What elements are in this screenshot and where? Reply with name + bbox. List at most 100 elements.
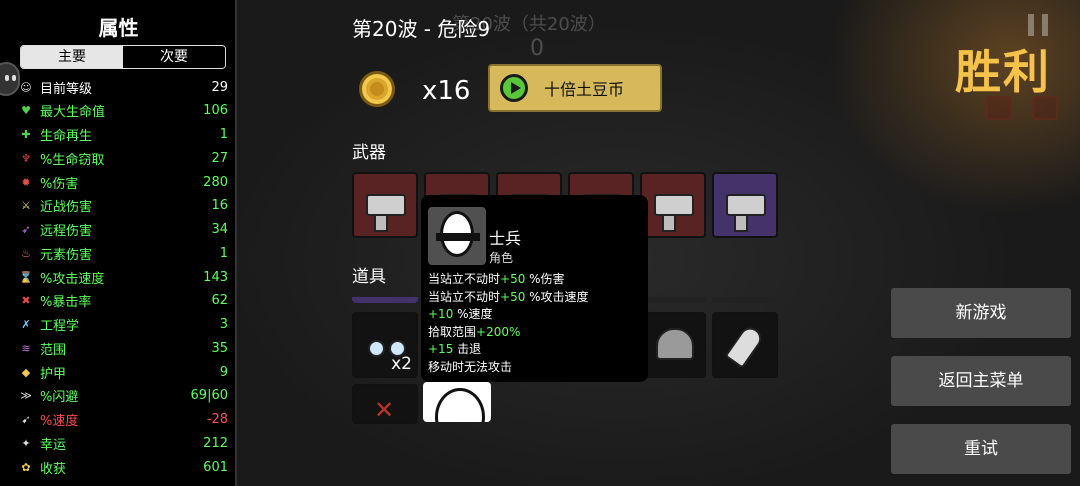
item-stack-count: x2 <box>391 354 412 374</box>
dodge-icon: ≫ <box>20 389 32 403</box>
tooltip-effect-line: +10 %速度 <box>428 305 493 322</box>
new-game-button[interactable]: 新游戏 <box>891 288 1071 338</box>
stat-value: 9 <box>219 364 228 380</box>
tab-secondary[interactable]: 次要 <box>123 46 225 68</box>
stat-name: 近战伤害 <box>40 200 93 216</box>
stat-row: ☺ 目前等级 29 <box>18 75 228 99</box>
effect-pre: 拾取范围 <box>428 324 477 339</box>
effect-post: %攻击速度 <box>525 289 589 304</box>
stat-name: 护甲 <box>40 366 67 382</box>
cancel-icon: ✕ <box>374 396 395 424</box>
stat-value: 280 <box>203 174 228 190</box>
stat-value: 3 <box>219 317 228 332</box>
character-tooltip: 士兵 角色 当站立不动时+50 %伤害 当站立不动时+50 %攻击速度 +10 %速… <box>421 195 648 382</box>
item-slot[interactable]: ✕ <box>352 384 418 424</box>
stat-value: 106 <box>203 103 228 119</box>
tab-primary[interactable]: 主要 <box>21 46 123 68</box>
luck-icon: ✦ <box>21 436 31 450</box>
tooltip-title: 士兵 <box>489 229 522 248</box>
crit-icon: ✖ <box>21 294 31 308</box>
elemental-icon: ♨ <box>21 246 31 260</box>
stat-name: %暴击率 <box>40 295 92 311</box>
stat-value: 29 <box>211 79 228 95</box>
weapon-slot[interactable] <box>640 172 706 238</box>
tooltip-effect-line: +15 击退 <box>428 340 481 357</box>
effect-hi: +15 <box>428 342 454 356</box>
range-icon: ≋ <box>21 341 31 355</box>
item-slot[interactable] <box>712 312 778 378</box>
victory-title: 胜利 <box>955 45 1051 99</box>
effect-hi: +50 <box>500 272 526 286</box>
stat-name: 收获 <box>40 461 67 477</box>
stat-row: ◆ 护甲 9 <box>18 360 228 384</box>
stat-name: 幸运 <box>40 437 67 453</box>
stats-panel: 属性 主要 次要 ☺ 目前等级 29 ♥ 最大生命值 106 ✚ 生命再生 1 ♆ %生命窃取 27 ✹… <box>0 0 237 486</box>
damage-icon: ✹ <box>21 175 31 189</box>
item-slot[interactable] <box>640 312 706 378</box>
gun-icon <box>366 194 406 232</box>
stat-name: 生命再生 <box>40 129 93 144</box>
effect-hi: +50 <box>500 289 526 304</box>
weapon-slot[interactable] <box>352 172 418 238</box>
minigun-icon <box>654 194 694 232</box>
stat-name: %速度 <box>40 414 79 429</box>
coin-count: x16 <box>422 76 471 106</box>
stat-name: 最大生命值 <box>40 105 106 121</box>
stat-name: %伤害 <box>40 176 79 192</box>
stat-row: ≋ 范围 35 <box>18 336 228 360</box>
effect-hi: +10 <box>428 307 454 321</box>
stat-name: 元素伤害 <box>40 247 93 263</box>
stat-name: %攻击速度 <box>40 271 105 287</box>
effect-post: %伤害 <box>525 272 565 286</box>
effect-hi: +200% <box>476 324 521 339</box>
tooltip-effect-line: 当站立不动时+50 %攻击速度 <box>428 288 589 305</box>
play-video-icon <box>500 74 528 102</box>
effect-pre: 当站立不动时 <box>428 272 501 286</box>
effect-post: 击退 <box>453 342 482 356</box>
stat-row: ➶ 远程伤害 34 <box>18 218 228 242</box>
stat-row: ≫ %闪避 69|60 <box>18 384 228 408</box>
tenfold-coin-label: 十倍土豆币 <box>544 80 625 99</box>
tooltip-effect-line: 拾取范围+200% <box>428 323 520 340</box>
attack-speed-icon: ⌛ <box>19 270 33 284</box>
stat-row: ✗ 工程学 3 <box>18 313 228 337</box>
speed-icon: ➹ <box>21 413 31 426</box>
level-icon: ☺ <box>20 80 32 94</box>
stat-value: 35 <box>211 340 228 356</box>
helmet-icon <box>656 328 694 360</box>
stat-row: ✿ 收获 601 <box>18 455 228 479</box>
main-menu-button[interactable]: 返回主菜单 <box>891 356 1071 406</box>
stat-row: ♨ 元素伤害 1 <box>18 241 228 265</box>
stat-value: 16 <box>211 198 228 214</box>
item-slot[interactable]: x2 <box>352 312 418 378</box>
armor-icon: ◆ <box>21 365 31 379</box>
stat-name: 工程学 <box>40 319 80 334</box>
stat-value: -28 <box>206 412 228 427</box>
weapon-slot[interactable] <box>712 172 778 238</box>
item-slot-partial <box>352 297 418 303</box>
stat-row: ✦ 幸运 212 <box>18 431 228 455</box>
wave-counter-faded: 0 <box>530 36 544 61</box>
rocket-icon <box>724 323 766 369</box>
retry-button[interactable]: 重试 <box>891 424 1071 474</box>
pause-icon[interactable] <box>1028 14 1048 36</box>
stat-name: %闪避 <box>40 390 79 406</box>
item-slot-partial <box>712 297 778 303</box>
stat-row: ✖ %暴击率 62 <box>18 289 228 313</box>
stat-value: 601 <box>203 459 228 475</box>
engineering-icon: ✗ <box>21 318 31 331</box>
item-slot-partial <box>640 297 706 303</box>
effect-pre: 当站立不动时 <box>428 289 501 304</box>
visor-icon <box>436 233 480 241</box>
stat-value: 62 <box>211 293 228 309</box>
soldier-portrait <box>428 207 486 265</box>
weapons-label: 武器 <box>352 143 386 163</box>
heart-icon: ♥ <box>21 104 31 118</box>
tooltip-type: 角色 <box>489 251 514 265</box>
stat-row: ✹ %伤害 280 <box>18 170 228 194</box>
tenfold-coin-button[interactable]: 十倍土豆币 <box>488 64 662 112</box>
ornament-icon <box>986 96 1012 120</box>
character-slot[interactable] <box>423 382 491 422</box>
melee-icon: ⚔ <box>21 199 31 213</box>
stat-name: 远程伤害 <box>40 224 93 239</box>
